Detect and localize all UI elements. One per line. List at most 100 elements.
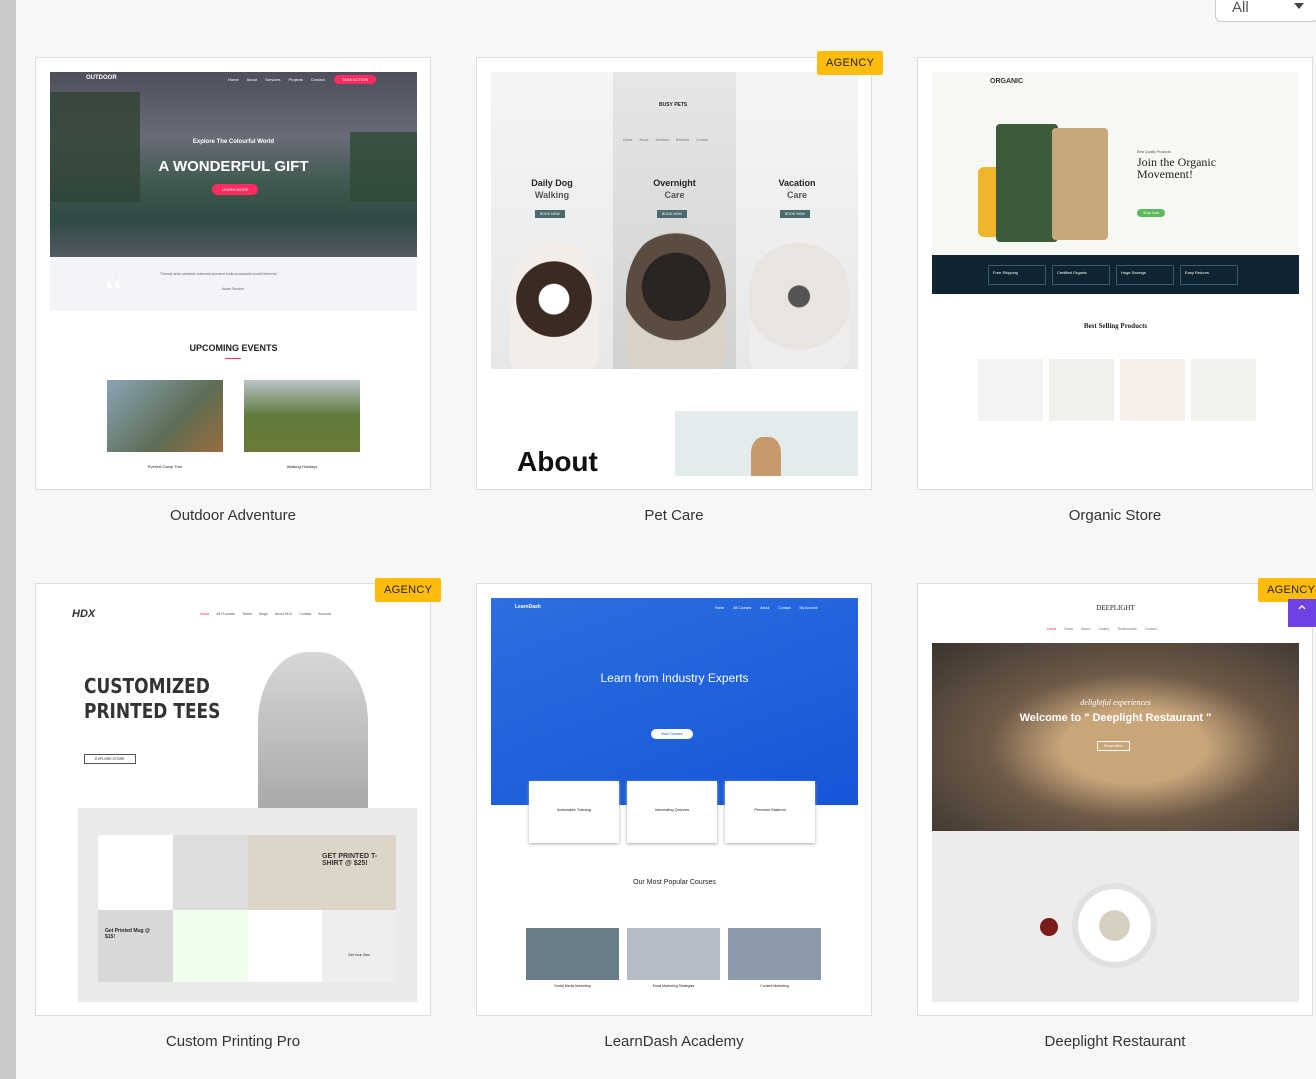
preview-text: Account bbox=[318, 612, 331, 616]
preview-shape: CUSTOMIZED PRINTED TEES bbox=[84, 674, 220, 724]
template-name[interactable]: Deeplight Restaurant bbox=[917, 1033, 1313, 1050]
preview-text: Free Shipping bbox=[988, 265, 1046, 285]
template-card-organic-store[interactable]: ORGANIC Best Quality Products Join the O… bbox=[917, 57, 1313, 490]
preview-shape bbox=[98, 835, 173, 910]
preview-text: Mugs bbox=[259, 612, 268, 616]
preview-text: Actionable Training bbox=[529, 781, 619, 843]
template-name[interactable]: Pet Care bbox=[476, 507, 872, 524]
preview-shape bbox=[996, 124, 1058, 242]
preview-shape bbox=[509, 242, 599, 369]
preview-text: HDX bbox=[72, 608, 96, 620]
preview-text: Tshirts bbox=[242, 612, 253, 616]
preview-shape bbox=[258, 652, 368, 808]
preview-text: About bbox=[760, 606, 770, 610]
preview-text: Our Most Popular Courses bbox=[633, 879, 716, 886]
preview-text: About bbox=[639, 138, 649, 142]
preview-text: Home bbox=[200, 612, 210, 616]
preview-text: Learn from Industry Experts bbox=[600, 671, 749, 685]
preview-text: Get Your Own bbox=[348, 953, 370, 957]
preview-text: Email Marketing Strategies bbox=[652, 984, 695, 988]
preview-text: Vacation bbox=[778, 178, 816, 188]
preview-text: Daily Dog bbox=[531, 178, 573, 188]
template-card-outdoor-adventure[interactable]: OUTDOOR Home About Services Projects Contact… bbox=[35, 57, 431, 490]
template-card-custom-printing-pro[interactable]: HDX Home All Products Tshirts Mugs About HDX… bbox=[35, 583, 431, 1016]
template-name[interactable]: Organic Store bbox=[917, 507, 1313, 524]
template-preview: HDX Home All Products Tshirts Mugs About HDX… bbox=[50, 598, 417, 1002]
scroll-to-top-button[interactable]: ⌃ bbox=[1288, 599, 1316, 627]
preview-shape bbox=[751, 437, 781, 476]
preview-shape: Social Media Marketing bbox=[526, 928, 619, 988]
preview-shape: Social Media Marketing Email Marketing S… bbox=[526, 928, 821, 988]
preview-text: Get Printed Mug @ $15! bbox=[105, 928, 150, 940]
preview-text: Contact bbox=[778, 606, 791, 610]
preview-text: Home bbox=[1047, 627, 1057, 631]
preview-shape bbox=[1120, 359, 1185, 421]
preview-text: About bbox=[517, 446, 598, 476]
preview-shape bbox=[248, 910, 322, 982]
preview-text: Easy Returns bbox=[1180, 265, 1238, 285]
preview-text: Everest Camp Trek bbox=[147, 464, 183, 469]
agency-badge: AGENCY bbox=[375, 578, 442, 602]
preview-shape bbox=[749, 237, 849, 369]
preview-text: Walking Holidays bbox=[286, 464, 318, 469]
preview-text: Contact bbox=[299, 612, 312, 616]
preview-shape bbox=[526, 928, 619, 980]
preview-shape: Actionable Training Interesting Quizzes … bbox=[529, 781, 815, 843]
preview-text: PRINTED TEES bbox=[84, 699, 221, 723]
preview-shape: “ bbox=[105, 269, 123, 314]
preview-shape bbox=[1049, 359, 1114, 421]
preview-shape bbox=[728, 928, 821, 980]
preview-text: Contact bbox=[1144, 627, 1157, 631]
template-name[interactable]: Custom Printing Pro bbox=[35, 1033, 431, 1050]
preview-text: Interesting Quizzes bbox=[627, 781, 717, 843]
preview-text: EXPLORE STORE bbox=[84, 754, 136, 764]
preview-shape: Home About Services Projects Contact bbox=[228, 77, 325, 82]
preview-text: ORGANIC bbox=[990, 78, 1024, 85]
preview-text: Care bbox=[664, 190, 685, 200]
category-filter-dropdown[interactable]: All bbox=[1215, 0, 1316, 22]
preview-shape bbox=[1072, 883, 1157, 968]
preview-shape: Daily Dog Walking bbox=[491, 177, 613, 201]
preview-shape bbox=[50, 92, 140, 202]
preview-shape: Content Marketing bbox=[728, 928, 821, 988]
preview-text: Best Quality Products bbox=[1137, 150, 1171, 154]
preview-shape bbox=[932, 643, 1299, 831]
template-card-learndash-academy[interactable]: LearnDash Home All Courses About Contact My … bbox=[476, 583, 872, 1016]
preview-shape: Free Shipping Certified Organic Huge Sav… bbox=[988, 265, 1238, 285]
preview-text: Best Selling Products bbox=[1083, 322, 1148, 330]
template-preview: BUSY PETS Home About Services Reviews Contac… bbox=[491, 72, 858, 476]
preview-text: A WONDERFUL GIFT bbox=[158, 158, 309, 175]
template-preview: DEEPLIGHT Home News About Gallery Testimonia… bbox=[932, 598, 1299, 1002]
preview-text: Contact bbox=[696, 138, 709, 142]
preview-text: Reviews bbox=[675, 138, 690, 142]
preview-shape: Vacation Care bbox=[736, 177, 858, 201]
template-card-pet-care[interactable]: BUSY PETS Home About Services Reviews Contac… bbox=[476, 57, 872, 490]
preview-shape bbox=[1052, 128, 1108, 240]
preview-shape: Home All Products Tshirts Mugs About HDX Cont… bbox=[200, 612, 331, 616]
template-card-deeplight-restaurant[interactable]: DEEPLIGHT Home News About Gallery Testimonia… bbox=[917, 583, 1313, 1016]
preview-text: Overnight bbox=[653, 178, 696, 188]
preview-shape bbox=[626, 232, 726, 369]
preview-logo: OUTDOOR bbox=[86, 75, 117, 81]
preview-text: Testimonials bbox=[1117, 627, 1137, 631]
preview-text: Content Marketing bbox=[760, 984, 789, 988]
template-name[interactable]: Outdoor Adventure bbox=[35, 507, 431, 524]
preview-text: BOOK NOW bbox=[780, 210, 810, 218]
preview-shape: Overnight Care bbox=[613, 177, 736, 201]
preview-text: Services bbox=[265, 77, 281, 82]
preview-text: UPCOMING EVENTS bbox=[189, 343, 278, 353]
preview-text: LearnDash bbox=[515, 604, 541, 610]
preview-shape: Home All Courses About Contact My Account bbox=[715, 606, 818, 610]
preview-text: CUSTOMIZED bbox=[84, 674, 210, 698]
preview-text: Huge Savings bbox=[1116, 265, 1174, 285]
preview-text: Care bbox=[786, 190, 807, 200]
preview-shape bbox=[244, 380, 360, 452]
preview-shape bbox=[978, 359, 1043, 421]
preview-shape bbox=[1040, 918, 1058, 936]
preview-text: About bbox=[1081, 627, 1091, 631]
left-scroll-gutter bbox=[0, 0, 16, 1079]
preview-text: Contact bbox=[310, 77, 325, 82]
preview-text: delightful experiences bbox=[1080, 698, 1151, 707]
preview-text: Gallery bbox=[1098, 627, 1110, 631]
template-name[interactable]: LearnDash Academy bbox=[476, 1033, 872, 1050]
